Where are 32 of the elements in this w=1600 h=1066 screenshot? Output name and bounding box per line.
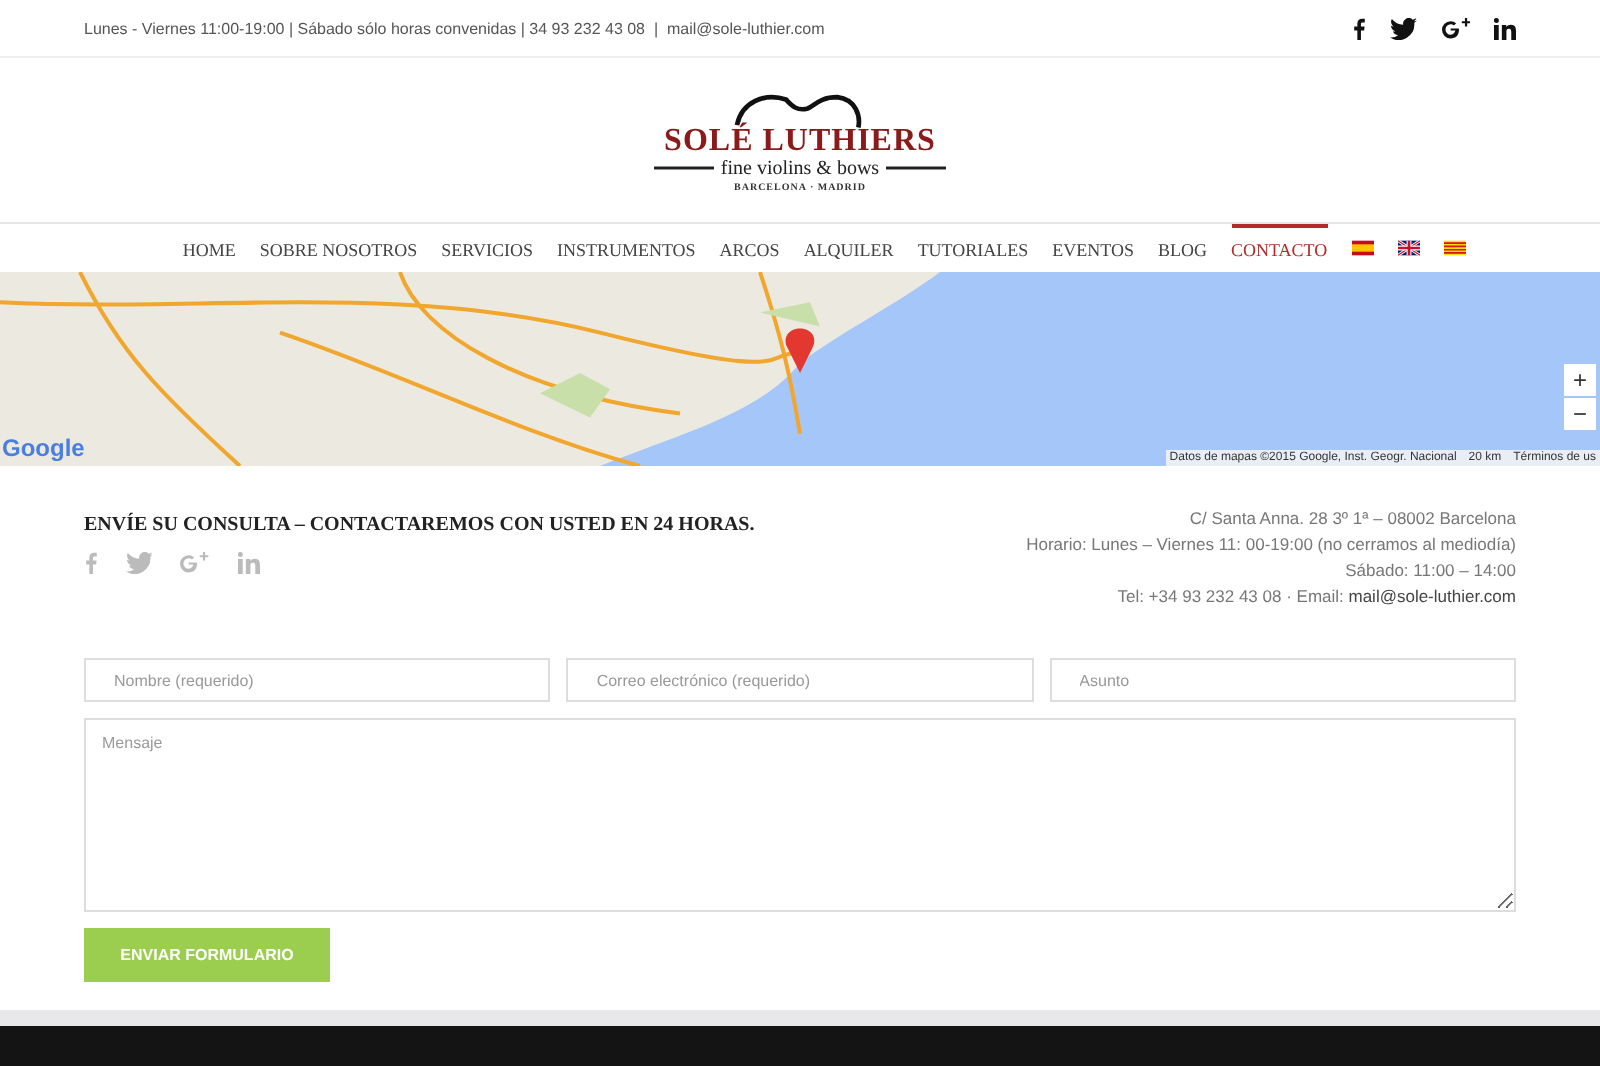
twitter-icon[interactable] <box>1390 17 1418 39</box>
british-flag-icon[interactable] <box>1397 240 1420 256</box>
linkedin-icon[interactable] <box>1494 17 1516 39</box>
input-field[interactable]: Nombre (requerido) <box>84 658 551 702</box>
input-field[interactable]: Asunto <box>1049 658 1516 702</box>
zoom-in-button[interactable]: + <box>1564 364 1596 396</box>
address-line: Horario: Lunes – Viernes 11: 00-19:00 (no cerramos al mediodía) <box>1026 532 1516 556</box>
input-field[interactable]: Correo electrónico (requerido) <box>566 658 1034 702</box>
contact-info-text: Lunes - Viernes 11:00-19:00 | Sábado sólo horas convenidas | 34 93 232 43 08 | mail@sole-luthier.com <box>84 19 825 37</box>
address-line: C/ Santa Anna. 28 3º 1ª – 08002 Barcelona <box>1189 506 1516 530</box>
nav-link[interactable]: ALQUILER <box>803 224 894 272</box>
nav-link[interactable]: TUTORIALES <box>917 224 1029 272</box>
striped-flag-icon[interactable] <box>1443 240 1466 256</box>
logo-name: SOLÉ LUTHIERS <box>664 123 936 157</box>
facebook-icon[interactable] <box>1352 17 1367 39</box>
spanish-flag-icon[interactable] <box>1351 240 1374 256</box>
message-field[interactable]: Mensaje <box>84 718 1516 912</box>
google-plus-icon[interactable] <box>1441 17 1470 39</box>
nav-link[interactable]: ARCOS <box>719 224 780 272</box>
email-link[interactable]: mail@sole-luthier.com <box>1348 586 1516 606</box>
map-logo: Google <box>2 434 85 462</box>
zoom-out-button[interactable]: − <box>1564 398 1596 430</box>
nav-link[interactable]: EVENTOS <box>1052 224 1134 272</box>
nav-link[interactable]: INSTRUMENTOS <box>556 224 696 272</box>
nav-link[interactable]: SERVICIOS <box>441 224 533 272</box>
nav-link[interactable]: BLOG <box>1158 224 1207 272</box>
logo-tagline: fine violins & bows <box>720 157 880 179</box>
phone-email-line: Tel: +34 93 232 43 08 · Email: mail@sole-luthier.com <box>1117 584 1516 608</box>
address-line: Sábado: 11:00 – 14:00 <box>1345 558 1516 582</box>
nav-link[interactable]: SOBRE NOSOTROS <box>259 224 418 272</box>
contact-heading: ENVÍE SU CONSULTA – CONTACTAREMOS CON USTED EN 24 HORAS. <box>84 514 755 536</box>
nav-link[interactable]: HOME <box>182 224 236 272</box>
